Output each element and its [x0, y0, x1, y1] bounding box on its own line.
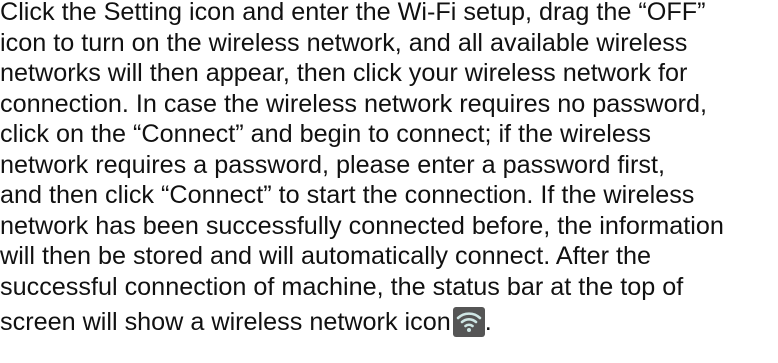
text-line: click on the “Connect” and begin to conn… [0, 120, 652, 148]
wifi-icon [452, 307, 485, 337]
wifi-icon-background [452, 307, 485, 337]
text-line: network has been successfully connected … [0, 211, 724, 240]
text-line: networks will then appear, then click yo… [0, 59, 688, 87]
last-line-text: screen will show a wireless network icon [0, 308, 451, 336]
instruction-paragraph: Click the Setting icon and enter the Wi-… [0, 0, 778, 338]
text-line: and then click “Connect” to start the co… [0, 181, 695, 209]
text-line: successful connection of machine, the st… [0, 272, 684, 301]
text-line-last: screen will show a wireless network icon… [0, 307, 778, 338]
text-line: icon to turn on the wireless network, an… [0, 28, 688, 57]
text-line: network requires a password, please ente… [0, 150, 665, 179]
text-line: connection. In case the wireless network… [0, 89, 708, 118]
text-line: Click the Setting icon and enter the Wi-… [0, 0, 706, 26]
last-line-end: . [484, 308, 492, 336]
text-line: will then be stored and will automatical… [0, 242, 652, 270]
